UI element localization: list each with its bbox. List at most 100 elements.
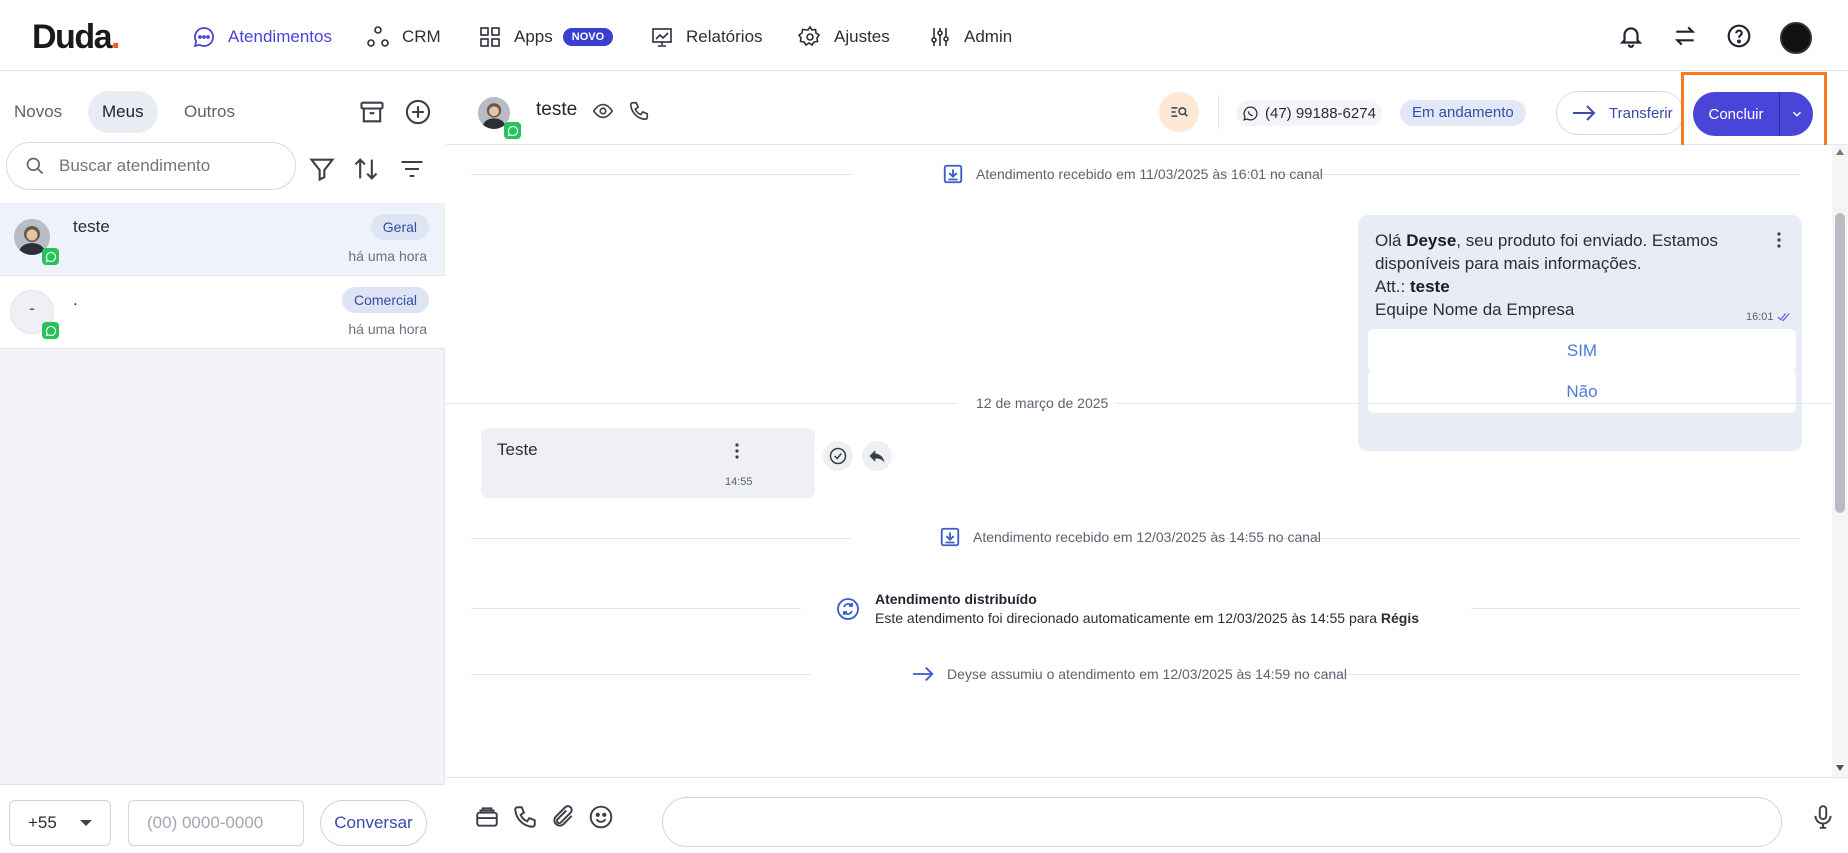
nav-apps[interactable]: Apps NOVO <box>478 22 614 52</box>
report-chart-icon <box>652 28 672 47</box>
transfer-label: Transferir <box>1609 104 1673 122</box>
contact-phone-number: (47) 99188-6274 <box>1265 104 1376 122</box>
filter-lines-icon[interactable] <box>398 155 426 183</box>
divider-line <box>446 403 958 404</box>
chat-bubble-icon <box>193 27 214 48</box>
mark-read-button[interactable] <box>823 441 853 471</box>
reply-option-nao[interactable]: Não <box>1368 370 1796 413</box>
gear-icon <box>798 25 821 47</box>
message-composer <box>446 777 1848 853</box>
phone-icon[interactable] <box>628 100 650 122</box>
incoming-message-text: Teste <box>497 440 538 459</box>
search-box[interactable] <box>6 142 296 190</box>
search-icon <box>26 157 44 175</box>
swap-arrows-icon[interactable] <box>1672 23 1698 49</box>
emoji-icon[interactable] <box>588 804 614 830</box>
department-tag: Geral <box>370 214 429 240</box>
search-messages-button[interactable] <box>1159 92 1199 132</box>
kebab-menu-icon[interactable] <box>1776 231 1782 249</box>
nav-relatorios[interactable]: Relatórios <box>650 22 763 52</box>
system-message-text: Atendimento recebido em 11/03/2025 às 16… <box>976 166 1323 182</box>
user-avatar[interactable] <box>1780 22 1812 54</box>
message-time: 14:55 <box>725 476 753 488</box>
double-check-icon <box>1776 313 1790 322</box>
nav-apps-label: Apps <box>514 27 553 46</box>
duda-logo[interactable]: Duda. <box>32 18 120 57</box>
contact-time: há uma hora <box>348 321 427 337</box>
nav-admin-label: Admin <box>964 27 1013 46</box>
outgoing-message: Olá Deyse, seu produto foi enviado. Esta… <box>1358 215 1802 451</box>
eye-icon[interactable] <box>592 100 614 122</box>
msg-company: Equipe Nome da Empresa <box>1375 300 1575 319</box>
incoming-message: Teste 14:55 <box>481 428 815 498</box>
message-input[interactable] <box>662 797 1782 847</box>
divider-line <box>471 174 854 175</box>
help-icon[interactable] <box>1726 23 1752 49</box>
kebab-menu-icon[interactable] <box>734 442 740 460</box>
paperclip-icon[interactable] <box>550 804 576 830</box>
transfer-button[interactable]: Transferir <box>1556 91 1684 135</box>
msg-recipient-name: Deyse <box>1406 231 1457 250</box>
search-input[interactable] <box>59 156 279 176</box>
conclude-button[interactable]: Concluir <box>1693 92 1813 136</box>
contact-phone: (47) 99188-6274 <box>1236 100 1382 126</box>
sliders-icon <box>931 28 949 46</box>
archive-icon[interactable] <box>358 98 386 126</box>
bell-icon[interactable] <box>1618 23 1644 49</box>
filter-funnel-icon[interactable] <box>308 155 336 183</box>
start-conversation-button[interactable]: Conversar <box>320 800 427 846</box>
tab-outros[interactable]: Outros <box>170 91 249 133</box>
contact-name: teste <box>73 217 110 236</box>
inbox-download-icon <box>940 527 960 547</box>
nav-atendimentos-label: Atendimentos <box>228 27 332 46</box>
nav-relatorios-label: Relatórios <box>686 27 763 46</box>
divider-line <box>1471 608 1800 609</box>
nav-crm-label: CRM <box>402 27 441 46</box>
chat-header: teste (47) 99188-6274 Em andamento Trans… <box>446 71 1848 145</box>
chevron-down-icon[interactable] <box>1780 107 1813 121</box>
contact-name: . <box>73 290 78 309</box>
quick-replies-icon[interactable] <box>474 804 500 830</box>
message-time-text: 14:55 <box>725 476 753 488</box>
whatsapp-icon <box>42 248 59 265</box>
divider-line <box>1116 403 1832 404</box>
system-message: Deyse assumiu o atendimento em 12/03/202… <box>911 664 1347 684</box>
chat-scrollbar[interactable] <box>1832 145 1848 777</box>
country-code-value: +55 <box>28 813 57 832</box>
list-item[interactable]: teste Geral há uma hora <box>0 203 445 276</box>
reply-button[interactable] <box>862 441 892 471</box>
distribution-agent: Régis <box>1380 610 1420 626</box>
system-message-text: Deyse assumiu o atendimento em 12/03/202… <box>947 666 1348 682</box>
divider-line <box>471 674 811 675</box>
scrollbar-thumb[interactable] <box>1835 213 1845 513</box>
nav-crm[interactable]: CRM <box>366 22 441 52</box>
arrow-right-icon <box>912 666 934 682</box>
chat-contact-name: teste <box>536 99 578 120</box>
tab-meus[interactable]: Meus <box>88 91 158 133</box>
phone-icon[interactable] <box>512 804 538 830</box>
microphone-icon[interactable] <box>1810 804 1836 830</box>
conclude-label: Concluir <box>1708 105 1764 123</box>
crm-nodes-icon <box>367 26 389 47</box>
reply-option-sim[interactable]: SIM <box>1368 329 1796 372</box>
scroll-up-icon[interactable] <box>1836 149 1844 155</box>
chat-messages-area: Atendimento recebido em 11/03/2025 às 16… <box>446 145 1832 777</box>
country-code-select[interactable]: +55 <box>9 800 111 846</box>
caret-down-icon <box>80 820 92 826</box>
conversation-list-panel: Novos Meus Outros teste Geral há uma hor… <box>0 71 445 853</box>
phone-number-input[interactable]: (00) 0000-0000 <box>128 800 304 846</box>
add-circle-icon[interactable] <box>404 98 432 126</box>
sort-arrows-icon[interactable] <box>352 155 380 183</box>
msg-att: Att.: <box>1375 277 1410 296</box>
nav-atendimentos[interactable]: Atendimentos <box>192 22 332 52</box>
department-tag: Comercial <box>341 287 429 313</box>
nav-ajustes[interactable]: Ajustes <box>798 22 890 52</box>
system-message-text: Atendimento recebido em 12/03/2025 às 14… <box>973 529 1321 545</box>
tab-novos[interactable]: Novos <box>0 91 76 133</box>
message-time: 16:01 <box>1746 311 1791 323</box>
nav-admin[interactable]: Admin <box>928 22 1012 52</box>
contact-time: há uma hora <box>348 248 427 264</box>
scroll-down-icon[interactable] <box>1836 765 1844 771</box>
list-item[interactable]: - . Comercial há uma hora <box>0 276 445 349</box>
search-list-icon <box>1171 107 1188 117</box>
